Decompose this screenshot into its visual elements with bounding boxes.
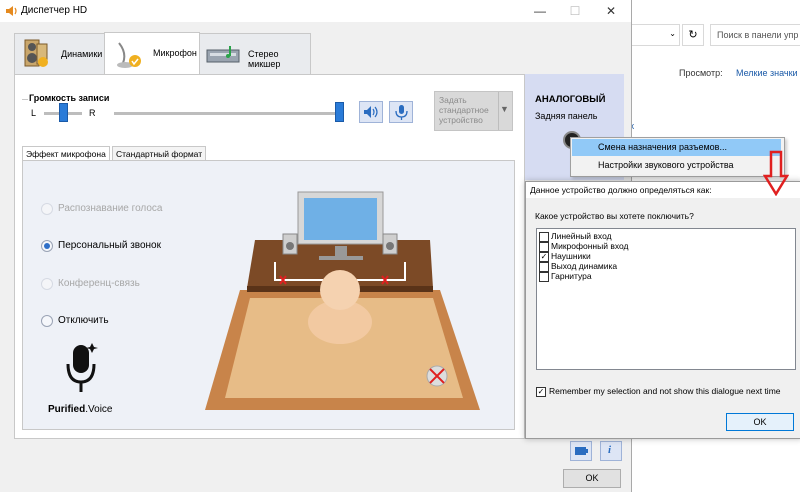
option-voice-recognition-label: Распознавание голоса xyxy=(58,203,163,214)
volume-slider[interactable] xyxy=(335,102,344,122)
tab-microphone-label: Микрофон xyxy=(153,48,197,58)
info-icon: i xyxy=(608,444,612,456)
checkbox-headset[interactable] xyxy=(539,272,549,282)
device-mic-in-label: Микрофонный вход xyxy=(551,241,629,251)
balance-left-label: L xyxy=(31,108,37,118)
device-tabs: Динамики Микрофон Стерео микшер xyxy=(14,32,614,75)
window-title: Диспетчер HD xyxy=(21,5,88,16)
close-button[interactable]: ✕ xyxy=(594,0,628,22)
default-button-line3: устройство xyxy=(439,115,483,125)
default-button-line1: Задать xyxy=(439,95,467,105)
title-bar: Диспетчер HD — ☐ ✕ xyxy=(0,0,631,22)
speaker-volume-icon xyxy=(364,106,378,118)
default-button-line2: стандартное xyxy=(439,105,489,115)
dropdown-arrow-icon: ▼ xyxy=(500,104,509,114)
device-checklist: Линейный вход Микрофонный вход ✓ Наушник… xyxy=(536,228,796,370)
purified-voice-text: Purified.Voice xyxy=(48,404,112,415)
brand-word1: Purified xyxy=(48,404,86,415)
maximize-button[interactable]: ☐ xyxy=(558,0,592,22)
balance-right-label: R xyxy=(89,108,96,118)
set-default-device-button[interactable]: Задать стандартное устройство ▼ xyxy=(434,91,513,131)
menu-item-reassign-jacks[interactable]: Смена назначения разъемов... xyxy=(572,139,781,156)
speakers-icon xyxy=(24,39,48,67)
dialog-title: Данное устройство должно определяться ка… xyxy=(530,185,712,195)
device-headphones-label: Наушники xyxy=(551,251,591,261)
option-disable-label: Отключить xyxy=(58,315,109,326)
radio-disable[interactable] xyxy=(41,315,53,327)
info-button[interactable]: i xyxy=(600,441,622,461)
split-divider xyxy=(498,92,499,130)
stereo-mixer-icon xyxy=(206,46,240,63)
tab-speakers-label: Динамики xyxy=(61,49,103,59)
remember-label: Remember my selection and not show this … xyxy=(549,386,781,396)
red-arrow-annotation xyxy=(763,150,789,196)
checkbox-mic-in[interactable] xyxy=(539,242,549,252)
view-mode-link[interactable]: Мелкие значки xyxy=(736,68,798,78)
refresh-icon[interactable]: ↻ xyxy=(682,24,704,46)
microphone-settings-icon xyxy=(395,105,408,120)
tab-default-format-label: Стандартный формат xyxy=(116,149,203,159)
analog-title: АНАЛОГОВЫЙ xyxy=(535,94,606,105)
tab-default-format[interactable]: Стандартный формат xyxy=(112,146,207,161)
menu-item-device-settings[interactable]: Настройки звукового устройства xyxy=(572,157,781,174)
brand-word2: .Voice xyxy=(85,404,113,415)
main-ok-label: OK xyxy=(585,473,599,483)
dialog-title-bar: Данное устройство должно определяться ка… xyxy=(526,182,800,198)
radio-conference[interactable] xyxy=(41,278,53,290)
recording-volume-label: Громкость записи xyxy=(29,93,110,103)
device-type-dialog: Данное устройство должно определяться ка… xyxy=(525,181,800,439)
jack-context-menu: Смена назначения разъемов... Настройки з… xyxy=(570,137,785,177)
volume-track xyxy=(114,112,342,115)
tab-microphone[interactable]: Микрофон xyxy=(104,32,200,75)
dialog-ok-label: OK xyxy=(753,417,767,427)
remember-checkbox[interactable]: ✓ xyxy=(536,387,546,397)
personal-call-illustration xyxy=(205,191,480,410)
checkbox-speaker-out[interactable] xyxy=(539,262,549,272)
group-border xyxy=(22,99,28,100)
analog-subtitle: Задняя панель xyxy=(535,111,598,121)
search-placeholder: Поиск в панели упр xyxy=(717,30,799,40)
option-personal-call-label: Персональный звонок xyxy=(58,240,161,251)
menu-item-device-settings-label: Настройки звукового устройства xyxy=(598,160,734,170)
tab-speakers[interactable]: Динамики xyxy=(14,33,105,74)
dialog-question: Какое устройство вы хотете поключить? xyxy=(535,211,694,221)
tab-mic-effects-label: Эффект микрофона xyxy=(26,149,106,159)
chevron-down-icon: ⌄ xyxy=(669,29,676,38)
balance-slider[interactable] xyxy=(59,103,68,122)
purified-voice-logo xyxy=(66,343,98,392)
search-input[interactable]: Поиск в панели упр xyxy=(710,24,800,46)
option-conference-label: Конференц-связь xyxy=(58,278,140,289)
view-label: Просмотр: xyxy=(679,68,723,78)
advanced-settings-button[interactable] xyxy=(389,101,413,123)
address-bar-dropdown[interactable]: ⌄ xyxy=(630,24,680,46)
microphone-icon xyxy=(117,42,141,68)
tab-stereo-mixer[interactable]: Стерео микшер xyxy=(199,33,311,74)
info-battery-button[interactable] xyxy=(570,441,592,461)
radio-voice-recognition[interactable] xyxy=(41,203,53,215)
mute-button[interactable] xyxy=(359,101,383,123)
speaker-app-icon xyxy=(6,6,17,16)
checkbox-line-in[interactable] xyxy=(539,232,549,242)
device-headset-label: Гарнитура xyxy=(551,271,592,281)
dialog-ok-button[interactable]: OK xyxy=(726,413,794,431)
battery-icon xyxy=(575,447,588,455)
minimize-button[interactable]: — xyxy=(523,0,557,22)
tab-stereo-mixer-label: Стерео микшер xyxy=(248,49,281,69)
device-speaker-out-label: Выход динамика xyxy=(551,261,618,271)
radio-personal-call[interactable] xyxy=(41,240,53,252)
checkbox-headphones[interactable]: ✓ xyxy=(539,252,549,262)
menu-item-reassign-label: Смена назначения разъемов... xyxy=(598,142,727,152)
device-line-in-label: Линейный вход xyxy=(551,231,612,241)
main-ok-button[interactable]: OK xyxy=(563,469,621,488)
